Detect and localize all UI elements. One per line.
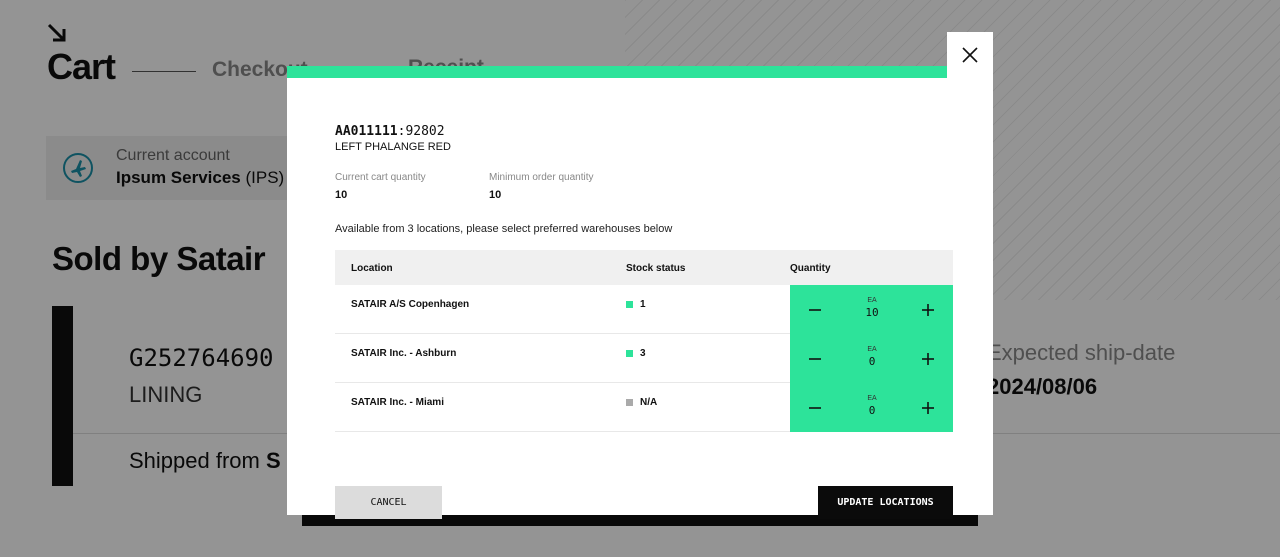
quantity-value: 10 [865, 306, 879, 319]
availability-text: Available from 3 locations, please selec… [335, 223, 673, 235]
stock-status: 3 [626, 348, 646, 359]
current-cart-quantity: Current cart quantity 10 [335, 172, 426, 201]
quantity-value-field[interactable]: EA 0 [852, 395, 892, 417]
locations-table: Location Stock status Quantity SATAIR A/… [335, 250, 953, 432]
quantity-value-field[interactable]: EA 0 [852, 346, 892, 368]
stock-indicator-icon [626, 399, 633, 406]
update-locations-button[interactable]: UPDATE LOCATIONS [818, 486, 953, 519]
modal-body: AA011111:92802 LEFT PHALANGE RED Current… [287, 66, 993, 519]
current-qty-value: 10 [335, 189, 348, 201]
close-icon [962, 47, 978, 63]
header-quantity: Quantity [790, 263, 831, 274]
stock-value: N/A [640, 397, 658, 408]
stock-value: 1 [640, 299, 646, 310]
quantity-stepper: EA 10 [790, 285, 953, 334]
minimum-order-quantity: Minimum order quantity 10 [489, 172, 593, 201]
warehouse-selection-modal: AA011111:92802 LEFT PHALANGE RED Current… [287, 32, 993, 519]
quantity-unit: EA [867, 297, 877, 304]
decrease-button[interactable] [802, 297, 828, 323]
header-stock-status: Stock status [626, 263, 686, 274]
cancel-button[interactable]: CANCEL [335, 486, 442, 519]
quantity-value-field[interactable]: EA 10 [852, 297, 892, 319]
location-name: SATAIR A/S Copenhagen [351, 299, 470, 310]
part-code: AA011111 [335, 124, 398, 139]
increase-button[interactable] [915, 297, 941, 323]
increase-button[interactable] [915, 346, 941, 372]
stock-status: N/A [626, 397, 657, 408]
minus-icon [809, 309, 821, 311]
stock-indicator-icon [626, 301, 633, 308]
quantity-unit: EA [867, 395, 877, 402]
part-suffix: :92802 [397, 124, 445, 139]
decrease-button[interactable] [802, 346, 828, 372]
table-header: Location Stock status Quantity [335, 250, 953, 285]
stock-value: 3 [640, 348, 646, 359]
modal-accent-bar [287, 66, 947, 78]
location-name: SATAIR Inc. - Ashburn [351, 348, 457, 359]
modal-part-number: AA011111:92802 [335, 124, 445, 139]
increase-button[interactable] [915, 395, 941, 421]
stock-indicator-icon [626, 350, 633, 357]
table-row: SATAIR A/S Copenhagen 1 EA 10 [335, 285, 953, 334]
plus-icon [922, 304, 934, 316]
quantity-stepper: EA 0 [790, 334, 953, 383]
table-row: SATAIR Inc. - Ashburn 3 EA 0 [335, 334, 953, 383]
modal-part-description: LEFT PHALANGE RED [335, 141, 451, 153]
header-location: Location [351, 263, 393, 274]
minus-icon [809, 358, 821, 360]
quantity-unit: EA [867, 346, 877, 353]
stock-status: 1 [626, 299, 646, 310]
min-qty-label: Minimum order quantity [489, 172, 594, 183]
plus-icon [922, 402, 934, 414]
min-qty-value: 10 [489, 189, 502, 201]
table-row: SATAIR Inc. - Miami N/A EA 0 [335, 383, 953, 432]
plus-icon [922, 353, 934, 365]
current-qty-label: Current cart quantity [335, 172, 426, 183]
minus-icon [809, 407, 821, 409]
quantity-value: 0 [868, 355, 876, 368]
close-button[interactable] [947, 32, 993, 78]
quantity-value: 0 [868, 404, 876, 417]
decrease-button[interactable] [802, 395, 828, 421]
location-name: SATAIR Inc. - Miami [351, 397, 444, 408]
quantity-stepper: EA 0 [790, 383, 953, 432]
